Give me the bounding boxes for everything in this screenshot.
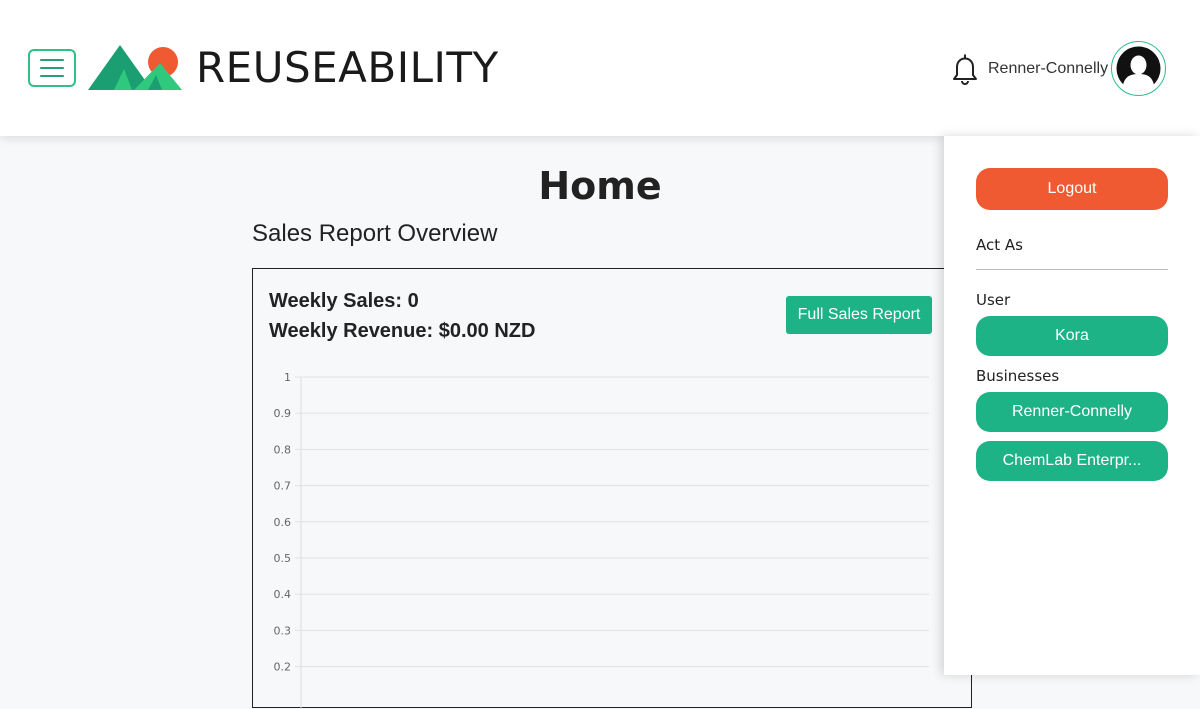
- sales-chart: 1 0.9 0.8 0.7 0.6 0.5 0.4 0.3 0.2: [274, 371, 929, 709]
- act-as-user-kora-button[interactable]: Kora: [976, 316, 1168, 356]
- act-as-business-renner-connelly-button[interactable]: Renner-Connelly: [976, 392, 1168, 432]
- y-tick-label: 0.7: [274, 480, 292, 493]
- brand-name[interactable]: REUSEABILITY: [196, 44, 499, 92]
- section-title: Sales Report Overview: [252, 220, 498, 247]
- y-tick-label: 0.6: [274, 516, 292, 529]
- menu-line: [40, 59, 64, 61]
- top-header: REUSEABILITY Renner-Connelly: [0, 0, 1200, 136]
- divider: [976, 269, 1168, 270]
- weekly-revenue: Weekly Revenue: $0.00 NZD: [269, 320, 536, 342]
- y-tick-label: 0.8: [274, 443, 292, 456]
- y-tick-label: 0.5: [274, 552, 292, 565]
- menu-line: [40, 75, 64, 77]
- logout-button[interactable]: Logout: [976, 168, 1168, 210]
- menu-line: [40, 67, 64, 69]
- y-tick-label: 1: [284, 371, 291, 384]
- user-silhouette-icon: [1116, 46, 1161, 91]
- act-as-label: Act As: [976, 236, 1023, 254]
- bell-icon[interactable]: [951, 53, 979, 85]
- y-tick-label: 0.3: [274, 624, 292, 637]
- sales-report-card: Weekly Sales: 0 Weekly Revenue: $0.00 NZ…: [252, 268, 972, 709]
- weekly-sales: Weekly Sales: 0: [269, 290, 419, 312]
- y-tick-label: 0.4: [274, 588, 292, 601]
- full-sales-report-button[interactable]: Full Sales Report: [786, 296, 932, 334]
- mountains-sun-logo[interactable]: [88, 45, 182, 91]
- act-as-business-chemlab-button[interactable]: ChemLab Enterpr...: [976, 441, 1168, 481]
- current-user-name: Renner-Connelly: [988, 60, 1109, 77]
- y-tick-label: 0.9: [274, 407, 292, 420]
- hamburger-menu-icon[interactable]: [28, 49, 76, 87]
- y-tick-label: 0.2: [274, 661, 292, 674]
- avatar[interactable]: [1111, 41, 1166, 96]
- account-side-panel: Logout Act As User Kora Businesses Renne…: [944, 136, 1200, 675]
- user-section-label: User: [976, 291, 1011, 309]
- businesses-section-label: Businesses: [976, 367, 1060, 385]
